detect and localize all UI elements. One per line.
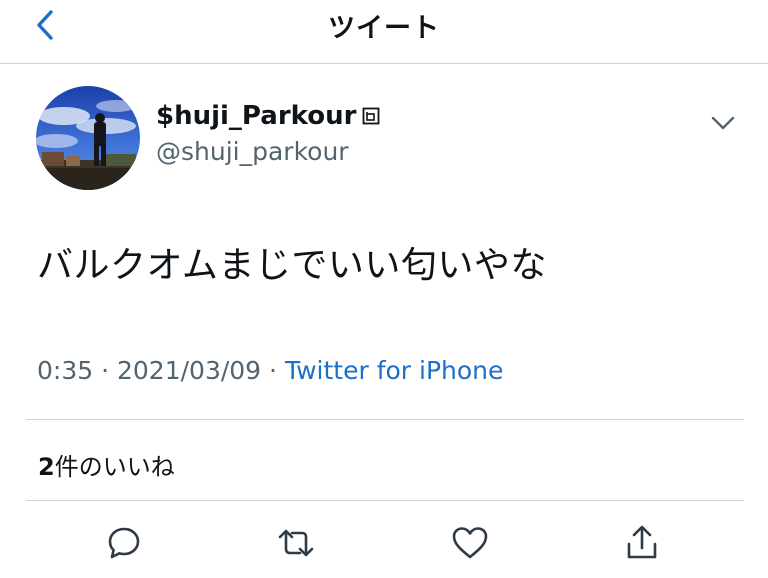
meta-separator: · [269, 356, 277, 385]
top-bar: ツイート [0, 0, 768, 64]
divider [26, 500, 744, 501]
tweet-meta: 0:35 · 2021/03/09 · Twitter for iPhone [37, 356, 503, 385]
meta-separator: · [101, 356, 110, 385]
chevron-down-icon [711, 116, 735, 130]
retweet-icon [278, 529, 314, 557]
comment-icon [108, 527, 140, 559]
tweet-source-link[interactable]: Twitter for iPhone [285, 356, 503, 385]
retweet-button[interactable] [272, 519, 320, 567]
display-name-row[interactable]: $huji_Parkour [156, 101, 380, 131]
reply-button[interactable] [100, 519, 148, 567]
user-handle[interactable]: @shuji_parkour [156, 137, 349, 166]
tweet-time: 0:35 [37, 356, 94, 385]
share-icon [627, 525, 657, 559]
likes-summary[interactable]: 2件のいいね [38, 447, 175, 482]
tweet-text: バルクオムまじでいい匂いやな [37, 245, 547, 286]
share-button[interactable] [618, 519, 666, 567]
likes-count: 2 [38, 453, 55, 481]
like-button[interactable] [446, 519, 494, 567]
tweet-menu-button[interactable] [706, 110, 740, 136]
avatar[interactable] [36, 86, 140, 190]
avatar-image [36, 86, 140, 190]
tweet-date: 2021/03/09 [117, 356, 262, 385]
display-name[interactable]: $huji_Parkour [156, 101, 356, 131]
divider [26, 419, 744, 420]
heart-icon [452, 527, 488, 559]
protected-account-icon [363, 107, 380, 125]
page-title: ツイート [328, 13, 440, 44]
likes-label: 件のいいね [54, 453, 175, 481]
